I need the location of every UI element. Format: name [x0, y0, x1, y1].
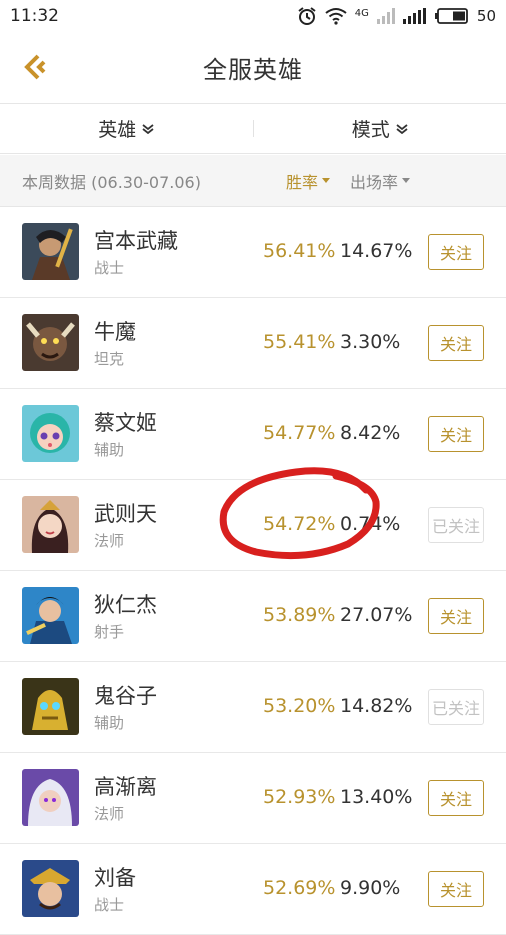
hero-row[interactable]: 武则天 法师 54.72% 0.74% 已关注 [0, 480, 506, 571]
sort-caret-icon [402, 178, 410, 183]
sort-bar: 本周数据 (06.30-07.06) 胜率 出场率 [0, 155, 506, 207]
hero-row[interactable]: 刘备 战士 52.69% 9.90% 关注 [0, 844, 506, 935]
sort-by-pick-rate[interactable]: 出场率 [350, 169, 410, 193]
hero-win-rate: 52.69% [263, 877, 335, 899]
sort-caret-icon [322, 178, 330, 183]
mode-filter-label: 模式 [352, 115, 390, 142]
hero-win-rate: 56.41% [263, 240, 335, 262]
chevron-down-icon [396, 124, 408, 134]
hero-avatar [22, 769, 79, 826]
followed-button[interactable]: 已关注 [428, 689, 484, 725]
hero-name: 宫本武藏 [94, 225, 178, 255]
hero-list: 宫本武藏 战士 56.41% 14.67% 关注 牛魔 坦克 55.41% 3.… [0, 207, 506, 935]
hero-pick-rate: 0.74% [340, 513, 400, 535]
hero-row[interactable]: 狄仁杰 射手 53.89% 27.07% 关注 [0, 571, 506, 662]
hero-pick-rate: 27.07% [340, 604, 412, 626]
hero-row[interactable]: 宫本武藏 战士 56.41% 14.67% 关注 [0, 207, 506, 298]
sort-by-win-rate[interactable]: 胜率 [286, 169, 330, 193]
hero-role: 法师 [94, 530, 124, 551]
signal-icon-1 [377, 8, 395, 24]
hero-win-rate: 55.41% [263, 331, 335, 353]
hero-avatar [22, 223, 79, 280]
filter-bar: 英雄 模式 [0, 104, 506, 154]
back-icon[interactable] [20, 52, 50, 82]
followed-button[interactable]: 已关注 [428, 507, 484, 543]
hero-row[interactable]: 鬼谷子 辅助 53.20% 14.82% 已关注 [0, 662, 506, 753]
hero-name: 蔡文姬 [94, 407, 157, 437]
hero-role: 辅助 [94, 712, 124, 733]
follow-button[interactable]: 关注 [428, 871, 484, 907]
wifi-icon [325, 7, 347, 25]
hero-pick-rate: 8.42% [340, 422, 400, 444]
hero-name: 刘备 [94, 862, 136, 892]
hero-win-rate: 54.72% [263, 513, 335, 535]
hero-win-rate: 53.89% [263, 604, 335, 626]
hero-avatar [22, 860, 79, 917]
status-bar: 11:32 4G 50 [0, 0, 506, 32]
status-icons: 4G 50 [297, 6, 496, 26]
follow-button[interactable]: 关注 [428, 416, 484, 452]
hero-row[interactable]: 牛魔 坦克 55.41% 3.30% 关注 [0, 298, 506, 389]
hero-name: 牛魔 [94, 316, 136, 346]
hero-role: 战士 [94, 894, 124, 915]
battery-icon [435, 8, 469, 24]
nav-bar: 全服英雄 [0, 32, 506, 104]
hero-role: 射手 [94, 621, 124, 642]
network-type: 4G [355, 8, 369, 19]
hero-name: 武则天 [94, 498, 157, 528]
follow-button[interactable]: 关注 [428, 234, 484, 270]
follow-button[interactable]: 关注 [428, 780, 484, 816]
follow-button[interactable]: 关注 [428, 325, 484, 361]
battery-level: 50 [477, 7, 496, 25]
hero-avatar [22, 587, 79, 644]
hero-name: 鬼谷子 [94, 680, 157, 710]
alarm-icon [297, 6, 317, 26]
hero-role: 辅助 [94, 439, 124, 460]
week-range-label: 本周数据 (06.30-07.06) [22, 169, 286, 193]
hero-filter-label: 英雄 [98, 115, 136, 142]
hero-pick-rate: 3.30% [340, 331, 400, 353]
sort-pick-label: 出场率 [350, 169, 398, 193]
hero-name: 高渐离 [94, 771, 157, 801]
hero-avatar [22, 405, 79, 462]
hero-win-rate: 54.77% [263, 422, 335, 444]
follow-button[interactable]: 关注 [428, 598, 484, 634]
hero-role: 战士 [94, 257, 124, 278]
status-time: 11:32 [10, 6, 297, 26]
mode-filter-dropdown[interactable]: 模式 [254, 104, 506, 153]
hero-pick-rate: 14.82% [340, 695, 412, 717]
hero-pick-rate: 14.67% [340, 240, 412, 262]
hero-role: 坦克 [94, 348, 124, 369]
hero-pick-rate: 13.40% [340, 786, 412, 808]
signal-icon-2 [403, 8, 427, 24]
hero-win-rate: 53.20% [263, 695, 335, 717]
page-title: 全服英雄 [203, 50, 303, 85]
hero-filter-dropdown[interactable]: 英雄 [0, 104, 253, 153]
hero-role: 法师 [94, 803, 124, 824]
hero-avatar [22, 678, 79, 735]
chevron-down-icon [142, 124, 154, 134]
hero-row[interactable]: 高渐离 法师 52.93% 13.40% 关注 [0, 753, 506, 844]
hero-win-rate: 52.93% [263, 786, 335, 808]
hero-row[interactable]: 蔡文姬 辅助 54.77% 8.42% 关注 [0, 389, 506, 480]
hero-pick-rate: 9.90% [340, 877, 400, 899]
sort-win-label: 胜率 [286, 169, 318, 193]
hero-avatar [22, 314, 79, 371]
hero-avatar [22, 496, 79, 553]
hero-name: 狄仁杰 [94, 589, 157, 619]
